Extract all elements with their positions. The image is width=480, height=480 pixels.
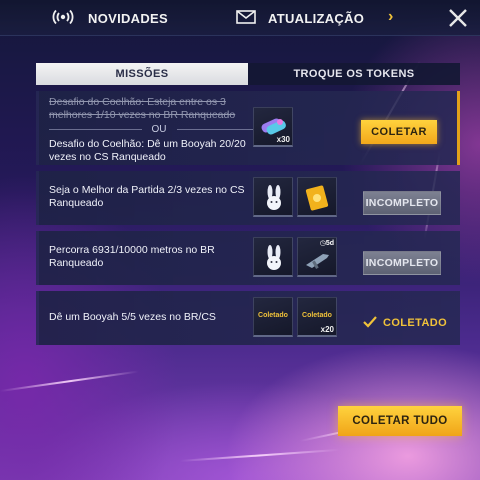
mission-row: Desafio do Coelhão: Esteja entre os 3 me… [36, 91, 460, 165]
mission-row: Dê um Booyah 5/5 vezes no BR/CS Coletado… [36, 291, 460, 345]
checkmark-icon [363, 315, 377, 331]
bunny-emote-icon [263, 184, 285, 217]
broadcast-icon [52, 9, 74, 28]
reward-slot[interactable]: x30 [253, 107, 293, 147]
incomplete-button[interactable]: INCOMPLETO [363, 191, 441, 215]
mission-description: Dê um Booyah 5/5 vezes no BR/CS [49, 311, 216, 323]
reward-slot: Coletado x20 [297, 297, 337, 337]
collected-label: COLETADO [383, 317, 448, 329]
collected-status: COLETADO [363, 311, 447, 335]
reward-slot[interactable]: ◷5d [297, 237, 337, 277]
light-streak [0, 370, 139, 392]
gold-voucher-icon [304, 184, 332, 217]
duration-label: 5d [325, 240, 334, 247]
tab-exchange-tokens[interactable]: TROQUE OS TOKENS [248, 63, 460, 85]
tab-missions[interactable]: MISSÕES [36, 63, 248, 85]
reward-slot[interactable] [253, 237, 293, 277]
reward-slot[interactable] [253, 177, 293, 217]
update-label: ATUALIZAÇÃO [268, 10, 365, 26]
top-bar: NOVIDADES ATUALIZAÇÃO › [0, 0, 480, 36]
reward-slot: Coletado [253, 297, 293, 337]
collect-all-button[interactable]: COLETAR TUDO [338, 406, 462, 436]
news-tab[interactable]: NOVIDADES [52, 0, 168, 36]
clock-badge: ◷5d [320, 239, 334, 247]
or-divider: OU [49, 123, 269, 135]
mission-description: Seja o Melhor da Partida 2/3 vezes no CS… [49, 184, 245, 209]
chevron-right-icon[interactable]: › [388, 8, 393, 26]
collected-label: Coletado [258, 312, 288, 319]
panel-tabs: MISSÕES TROQUE OS TOKENS [36, 63, 460, 85]
collect-button[interactable]: COLETAR [361, 120, 437, 144]
mission-row: Seja o Melhor da Partida 2/3 vezes no CS… [36, 171, 460, 225]
reward-count: x20 [320, 325, 334, 334]
mail-icon [236, 9, 256, 27]
missions-panel: MISSÕES TROQUE OS TOKENS Desafio do Coel… [36, 63, 460, 353]
reward-count: x30 [276, 135, 290, 144]
light-streak [179, 448, 340, 462]
incomplete-button[interactable]: INCOMPLETO [363, 251, 441, 275]
mission-old-description: Desafio do Coelhão: Esteja entre os 3 me… [49, 96, 236, 121]
reward-slot[interactable] [297, 177, 337, 217]
update-tab[interactable]: ATUALIZAÇÃO [236, 0, 364, 36]
or-label: OU [151, 123, 167, 135]
news-label: NOVIDADES [88, 10, 168, 26]
bunny-emote-icon [263, 244, 285, 277]
mission-description: Desafio do Coelhão: Dê um Booyah 20/20 v… [49, 138, 246, 163]
mission-row: Percorra 6931/10000 metros no BR Ranquea… [36, 231, 460, 285]
weapon-skin-icon [303, 249, 333, 278]
mission-description: Percorra 6931/10000 metros no BR Ranquea… [49, 244, 215, 269]
close-icon[interactable] [446, 6, 470, 30]
collected-label: Coletado [302, 312, 332, 319]
